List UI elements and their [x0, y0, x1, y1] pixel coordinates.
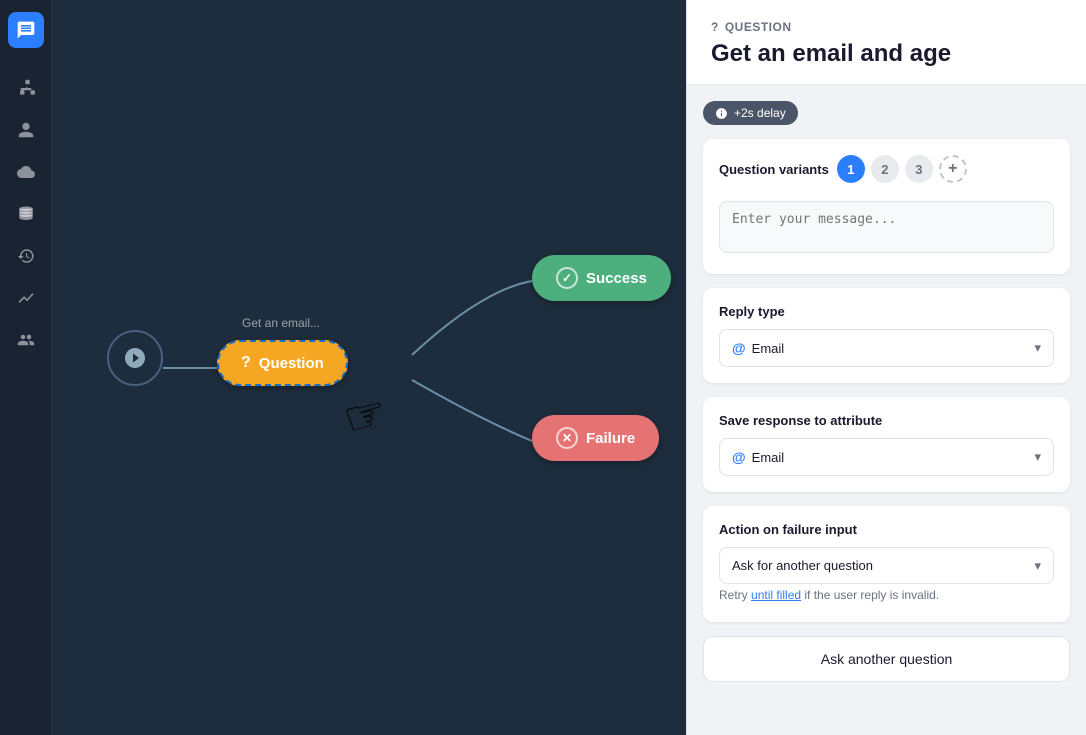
analytics-icon[interactable] — [8, 280, 44, 316]
success-icon: ✓ — [556, 267, 578, 289]
database-icon[interactable] — [8, 196, 44, 232]
ask-another-question-button[interactable]: Ask another question — [703, 636, 1070, 682]
cloud-icon[interactable] — [8, 154, 44, 190]
cursor-hand: ☞ — [337, 383, 393, 448]
save-response-at-icon: @ — [732, 449, 746, 465]
reply-type-card: Reply type @ Email — [703, 288, 1070, 383]
panel-title: Get an email and age — [711, 40, 1062, 68]
add-variant-btn[interactable]: + — [939, 155, 967, 183]
reply-type-at-icon: @ — [732, 340, 746, 356]
action-failure-select[interactable]: Ask for another question — [719, 547, 1054, 584]
panel-header: ? QUESTION Get an email and age — [687, 0, 1086, 85]
save-response-card: Save response to attribute @ Email — [703, 397, 1070, 492]
save-response-value: Email — [752, 450, 785, 465]
history-icon[interactable] — [8, 238, 44, 274]
save-response-select[interactable]: @ Email — [719, 438, 1054, 476]
sidebar — [0, 0, 52, 735]
flow-container: Get an email... ? Question ✓ Success ✕ F… — [52, 0, 686, 735]
failure-icon: ✕ — [556, 427, 578, 449]
org-chart-icon[interactable] — [8, 70, 44, 106]
variant-1-btn[interactable]: 1 — [837, 155, 865, 183]
panel-type-label: ? QUESTION — [711, 20, 1062, 34]
variant-3-btn[interactable]: 3 — [905, 155, 933, 183]
clock-small-icon — [715, 107, 728, 120]
reply-type-value: Email — [752, 341, 785, 356]
panel-body: +2s delay Question variants 1 2 3 + Repl… — [687, 85, 1086, 698]
start-node[interactable] — [107, 330, 163, 386]
question-icon: ? — [241, 354, 251, 372]
canvas-area: Get an email... ? Question ✓ Success ✕ F… — [52, 0, 686, 735]
question-variants-card: Question variants 1 2 3 + — [703, 139, 1070, 274]
action-failure-value: Ask for another question — [732, 558, 873, 573]
variant-2-btn[interactable]: 2 — [871, 155, 899, 183]
retry-link[interactable]: until filled — [751, 588, 801, 602]
team-icon[interactable] — [8, 322, 44, 358]
failure-node-text: Failure — [586, 430, 635, 447]
question-variants-label: Question variants 1 2 3 + — [719, 155, 1054, 183]
right-panel: ? QUESTION Get an email and age +2s dela… — [686, 0, 1086, 735]
logo[interactable] — [8, 12, 44, 48]
success-node-text: Success — [586, 270, 647, 287]
question-type-icon: ? — [711, 20, 719, 34]
failure-node[interactable]: ✕ Failure — [532, 415, 659, 461]
variants-row: 1 2 3 + — [837, 155, 967, 183]
message-input[interactable] — [719, 201, 1054, 253]
retry-text: Retry until filled if the user reply is … — [719, 584, 1054, 606]
delay-badge[interactable]: +2s delay — [703, 101, 798, 125]
question-node-text: Question — [259, 355, 324, 372]
question-node[interactable]: ? Question — [217, 340, 348, 386]
reply-type-label: Reply type — [719, 304, 1054, 319]
reply-type-select[interactable]: @ Email — [719, 329, 1054, 367]
action-failure-label: Action on failure input — [719, 522, 1054, 537]
save-response-label: Save response to attribute — [719, 413, 1054, 428]
action-failure-card: Action on failure input Ask for another … — [703, 506, 1070, 622]
question-node-label: Get an email... — [242, 316, 320, 330]
users-icon[interactable] — [8, 112, 44, 148]
success-node[interactable]: ✓ Success — [532, 255, 671, 301]
